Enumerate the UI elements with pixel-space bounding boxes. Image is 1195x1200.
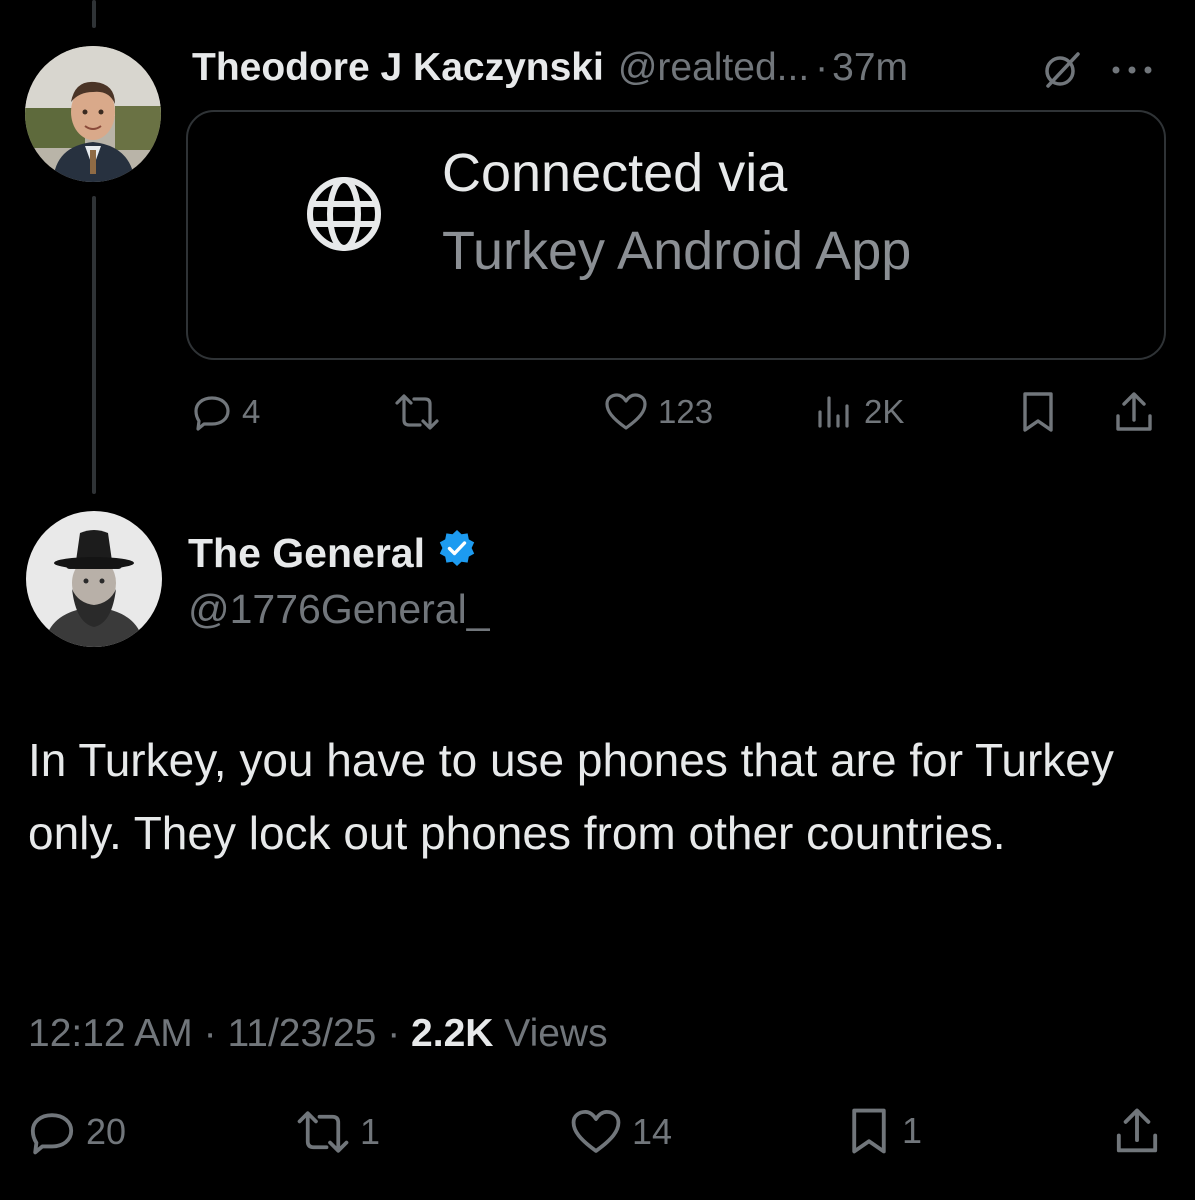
more-options-icon[interactable] <box>1110 60 1154 80</box>
repost-icon <box>395 394 439 430</box>
author-handle[interactable]: @realted... <box>618 46 809 90</box>
card-title: Connected via <box>442 143 788 203</box>
views-chart-icon <box>818 396 849 428</box>
meta-separator: · <box>376 1012 412 1055</box>
views-label: Views <box>493 1012 608 1055</box>
link-card[interactable]: Connected via Turkey Android App <box>186 110 1166 360</box>
thread-line-top <box>92 0 96 28</box>
heart-icon <box>605 393 647 430</box>
author-name[interactable]: The General <box>188 530 425 577</box>
bookmark-icon <box>1023 392 1053 432</box>
views-count: 2K <box>864 393 905 430</box>
globe-icon <box>302 172 386 261</box>
share-icon <box>1116 392 1152 431</box>
reply-icon <box>194 396 230 431</box>
tweet2-action-bar: 20 1 14 1 <box>28 1104 1168 1160</box>
reply-count: 20 <box>86 1111 127 1152</box>
repost-icon <box>297 1111 349 1153</box>
tweet-text: In Turkey, you have to use phones that a… <box>28 734 1114 859</box>
bookmark-icon <box>852 1108 886 1154</box>
repost-button[interactable] <box>394 392 450 432</box>
views-button[interactable]: 2K <box>814 392 904 432</box>
separator-dot: · <box>815 46 829 89</box>
views-total[interactable]: 2.2K <box>411 1012 493 1055</box>
tweet-timestamp[interactable]: 37m <box>832 46 908 90</box>
avatar-theodore[interactable] <box>25 46 161 182</box>
reply-button[interactable]: 4 <box>192 392 260 432</box>
avatar-the-general[interactable] <box>26 511 162 647</box>
card-subtitle: Turkey Android App <box>442 221 912 281</box>
thread-line <box>92 196 96 494</box>
tweet-time[interactable]: 12:12 AM <box>28 1012 193 1055</box>
meta-separator: · <box>192 1012 228 1055</box>
bookmark-count: 1 <box>902 1110 923 1151</box>
like-button[interactable]: 14 <box>570 1108 672 1156</box>
reply-icon <box>30 1113 74 1155</box>
like-button[interactable]: 123 <box>604 392 713 432</box>
heart-icon <box>571 1110 621 1153</box>
share-button[interactable] <box>1114 1106 1160 1156</box>
like-count: 14 <box>632 1111 673 1152</box>
tweet1-header: Theodore J Kaczynski @realted... · 37m <box>192 42 908 94</box>
author-name[interactable]: Theodore J Kaczynski <box>192 46 604 90</box>
grok-icon[interactable] <box>1040 48 1084 92</box>
tweet-date[interactable]: 11/23/25 <box>227 1012 376 1055</box>
author-handle[interactable]: @1776General_ <box>188 586 490 633</box>
tweet1-header-icons <box>1040 48 1154 92</box>
bookmark-button[interactable] <box>1018 390 1058 434</box>
reply-count: 4 <box>242 393 261 430</box>
bookmark-button[interactable]: 1 <box>846 1106 922 1156</box>
repost-count: 1 <box>360 1111 381 1152</box>
repost-button[interactable]: 1 <box>296 1108 380 1156</box>
share-icon <box>1116 1108 1158 1153</box>
verified-badge-icon[interactable] <box>437 528 477 578</box>
tweet1-action-bar: 4 123 2K <box>186 388 1166 436</box>
like-count: 123 <box>658 393 714 430</box>
reply-button[interactable]: 20 <box>28 1108 126 1156</box>
share-button[interactable] <box>1114 390 1154 434</box>
tweet-metadata: 12:12 AM · 11/23/25 · 2.2K Views <box>28 1012 608 1056</box>
author-name-row: The General <box>188 528 477 578</box>
